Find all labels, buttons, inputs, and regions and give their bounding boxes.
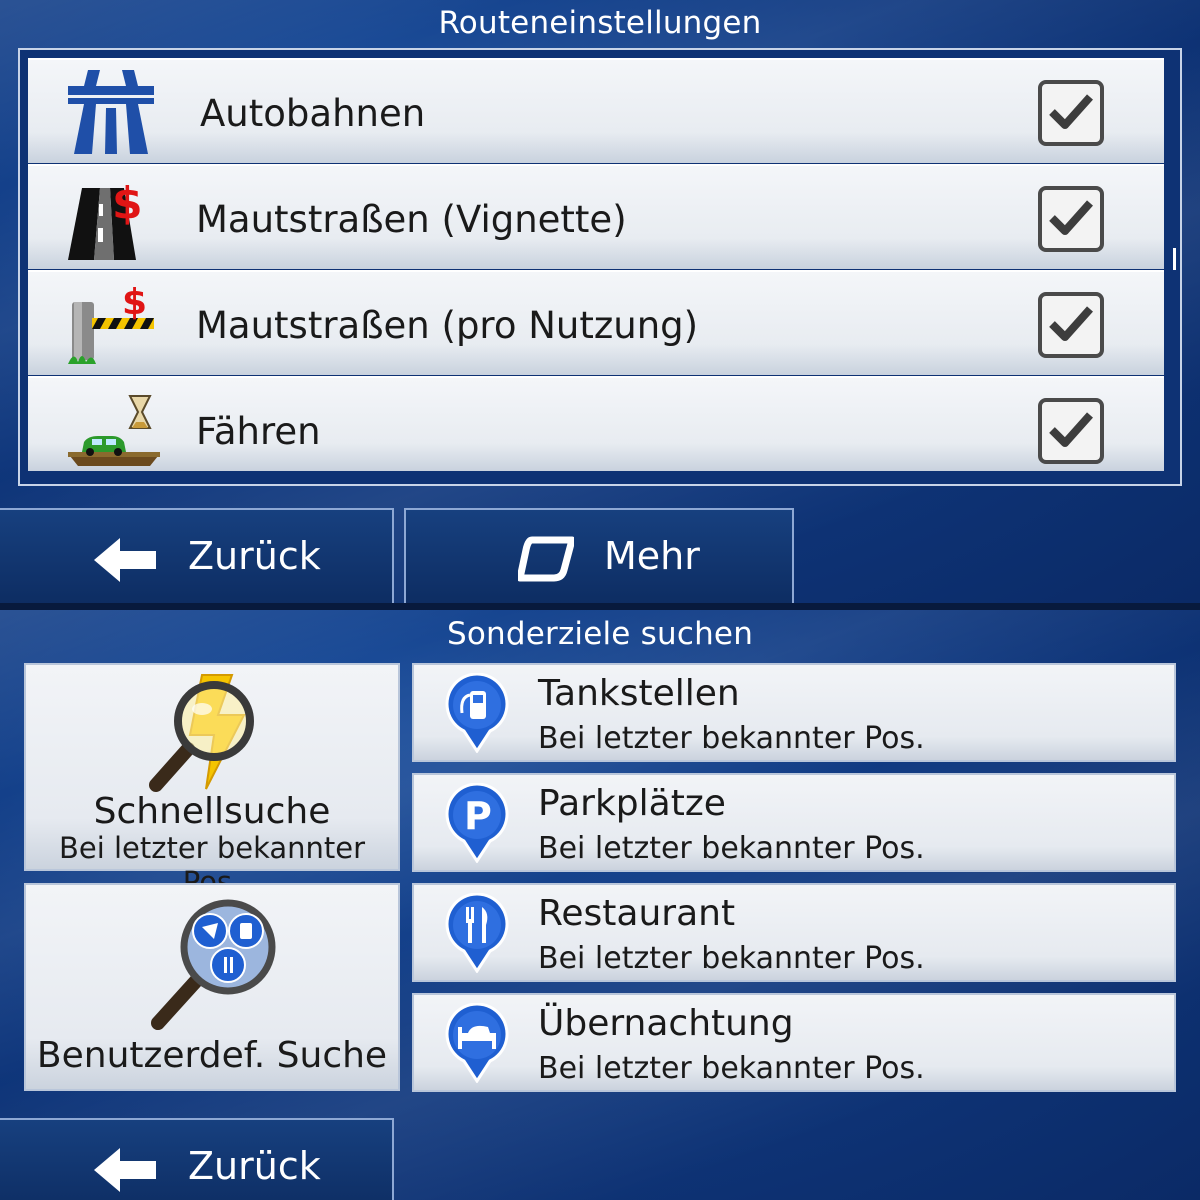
checkmark-icon (1049, 94, 1093, 129)
back-button[interactable]: Zurück (0, 508, 394, 603)
bed-pin-icon (444, 1002, 510, 1087)
route-option-label: Mautstraßen (Vignette) (196, 198, 627, 241)
back-button-label: Zurück (188, 1144, 321, 1188)
quick-search-button[interactable]: Schnellsuche Bei letzter bekannter Pos. (24, 663, 400, 899)
custom-search-icon (144, 893, 284, 1037)
arrow-left-icon (94, 1148, 156, 1200)
quick-search-title: Schnellsuche (93, 791, 331, 832)
more-button[interactable]: Mehr (404, 508, 794, 603)
poi-category-fuel[interactable]: Tankstellen Bei letzter bekannter Pos. (412, 663, 1176, 762)
route-option-toll-vignette[interactable]: $ Mautstraßen (Vignette) (28, 164, 1164, 269)
poi-search-screen: Sonderziele suchen Schnellsuche Bei letz… (0, 610, 1200, 1200)
back-button[interactable]: Zurück (0, 1118, 394, 1200)
custom-search-title: Benutzerdef. Suche (36, 1035, 388, 1076)
svg-text:P: P (464, 794, 492, 838)
restaurant-pin-icon (444, 892, 510, 977)
route-option-toll-per-use[interactable]: $ Mautstraßen (pro Nutzung) (28, 270, 1164, 375)
ferry-icon (66, 386, 160, 476)
parking-pin-icon: P (444, 782, 510, 867)
more-icon (516, 536, 576, 591)
poi-category-subtitle: Bei letzter bekannter Pos. (538, 1051, 925, 1086)
route-option-highways[interactable]: Autobahnen (28, 58, 1164, 163)
back-button-label: Zurück (188, 534, 321, 578)
route-settings-list: Autobahnen $ Mautstraßen (Vignette) $ Ma… (18, 48, 1182, 486)
scrollbar-indicator[interactable] (1173, 248, 1176, 270)
toll-vignette-icon: $ (66, 174, 156, 264)
route-option-label: Fähren (196, 410, 321, 453)
highways-checkbox[interactable] (1038, 80, 1104, 146)
screen-divider (0, 603, 1200, 610)
svg-text:$: $ (122, 282, 147, 323)
quick-search-icon (144, 673, 284, 797)
poi-category-title: Parkplätze (538, 783, 726, 824)
poi-category-title: Restaurant (538, 893, 736, 934)
poi-category-parking[interactable]: P Parkplätze Bei letzter bekannter Pos. (412, 773, 1176, 872)
toll-vignette-checkbox[interactable] (1038, 186, 1104, 252)
poi-category-subtitle: Bei letzter bekannter Pos. (538, 831, 925, 866)
page-title: Sonderziele suchen (446, 616, 754, 652)
checkmark-icon (1049, 412, 1093, 447)
checkmark-icon (1049, 306, 1093, 341)
checkmark-icon (1049, 200, 1093, 235)
route-option-label: Mautstraßen (pro Nutzung) (196, 304, 699, 347)
poi-category-subtitle: Bei letzter bekannter Pos. (538, 941, 925, 976)
more-button-label: Mehr (604, 534, 700, 578)
route-settings-screen: Routeneinstellungen Autobahnen $ Mautstr… (0, 0, 1200, 603)
toll-per-use-checkbox[interactable] (1038, 292, 1104, 358)
poi-category-title: Tankstellen (538, 673, 740, 714)
page-title: Routeneinstellungen (438, 5, 762, 41)
ferries-checkbox[interactable] (1038, 398, 1104, 464)
highway-icon (66, 68, 156, 158)
svg-text:$: $ (112, 178, 143, 229)
poi-category-restaurant[interactable]: Restaurant Bei letzter bekannter Pos. (412, 883, 1176, 982)
poi-category-accommodation[interactable]: Übernachtung Bei letzter bekannter Pos. (412, 993, 1176, 1092)
poi-category-subtitle: Bei letzter bekannter Pos. (538, 721, 925, 756)
route-option-label: Autobahnen (200, 92, 426, 135)
poi-category-title: Übernachtung (538, 1003, 794, 1044)
fuel-pin-icon (444, 672, 510, 757)
route-option-ferries[interactable]: Fähren (28, 376, 1164, 471)
toll-barrier-icon: $ (66, 280, 156, 370)
arrow-left-icon (94, 538, 156, 591)
custom-search-button[interactable]: Benutzerdef. Suche (24, 883, 400, 1091)
